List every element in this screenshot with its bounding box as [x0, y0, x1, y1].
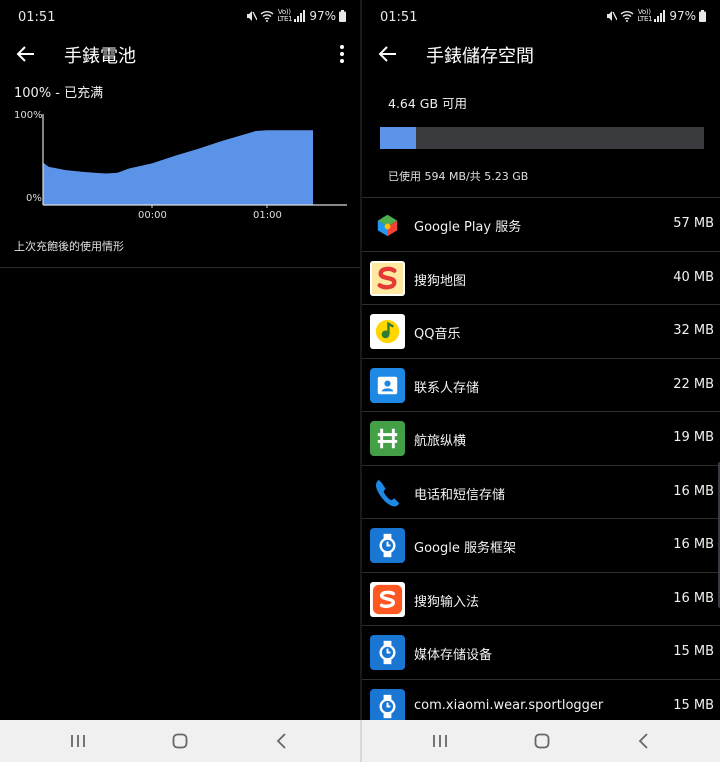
app-name: 航旅纵横: [414, 434, 467, 449]
wear-os-icon: [370, 688, 405, 720]
page-title: 手錶電池: [64, 46, 136, 67]
app-name: 电话和短信存储: [414, 487, 506, 503]
app-size: 16 MB: [673, 590, 714, 606]
app-size: 15 MB: [673, 644, 714, 659]
usage-since-charge-text: 上次充飽後的使用情形: [14, 240, 124, 253]
recents-icon[interactable]: [66, 729, 90, 753]
wear-os-icon: [370, 528, 405, 563]
wifi-icon: [620, 11, 634, 22]
navigation-bar: [0, 720, 720, 762]
sogou-map-icon: [370, 260, 405, 296]
app-name: com.xiaomi.wear.sportlogger: [414, 697, 604, 713]
back-icon[interactable]: [632, 729, 656, 753]
back-icon[interactable]: [270, 729, 294, 753]
app-size: 19 MB: [673, 430, 714, 445]
signal-icon: [294, 10, 306, 22]
wifi-icon: [260, 11, 274, 22]
status-bar: 01:51 Vo)) LTE1 97%: [0, 0, 360, 36]
status-icons: Vo)) LTE1 97%: [605, 9, 706, 23]
app-size: 16 MB: [673, 537, 714, 552]
battery-percent: 97%: [309, 9, 336, 23]
volte-icon: Vo)) LTE1: [637, 9, 653, 23]
app-storage-row[interactable]: 搜狗地图 40 MB: [362, 250, 720, 305]
app-storage-row[interactable]: 媒体存储设备 15 MB: [362, 625, 720, 679]
app-size: 32 MB: [673, 323, 714, 338]
app-bar: 手錶電池: [0, 36, 360, 72]
qq-music-icon: [370, 314, 405, 349]
recents-icon[interactable]: [428, 729, 452, 753]
volte-line2: LTE1: [277, 15, 293, 23]
app-bar: 手錶儲存空間: [362, 36, 720, 72]
battery-level-text: 100% - 已充满: [14, 86, 104, 101]
storage-used-text: 已使用 594 MB/共 5.23 GB: [388, 170, 529, 183]
battery-icon: [699, 10, 706, 22]
app-size: 40 MB: [673, 269, 714, 285]
contacts-storage-icon: [370, 367, 405, 403]
nav-divider: [360, 720, 362, 762]
x-axis-label-0000: 00:00: [138, 210, 167, 221]
app-name: 联系人存储: [414, 380, 480, 396]
app-name: QQ音乐: [414, 327, 461, 342]
phone-icon: [370, 474, 405, 510]
status-icons: Vo)) LTE1 97%: [245, 9, 346, 23]
storage-usage-bar: [380, 127, 704, 149]
status-bar: 01:51 Vo)) LTE1 97%: [362, 0, 720, 36]
app-storage-list: Google Play 服务 57 MB 搜狗地图 40 MB QQ音乐 32 MB 联系人…: [362, 197, 720, 720]
app-storage-row[interactable]: com.xiaomi.wear.sportlogger 15 MB: [362, 678, 720, 720]
battery-chart: [42, 114, 347, 208]
mute-icon: [247, 11, 258, 21]
mute-icon: [607, 11, 618, 21]
home-icon[interactable]: [530, 729, 554, 753]
x-axis-label-0100: 01:00: [253, 210, 282, 221]
app-storage-row[interactable]: 搜狗输入法 16 MB: [362, 571, 720, 626]
sogou-input-icon: [370, 581, 405, 617]
app-size: 16 MB: [673, 483, 714, 499]
app-name: Google Play 服务: [414, 220, 522, 235]
status-time: 01:51: [18, 10, 56, 25]
app-size: 57 MB: [673, 216, 714, 231]
app-size: 22 MB: [673, 376, 714, 392]
app-storage-row[interactable]: 电话和短信存储 16 MB: [362, 464, 720, 519]
volte-icon: Vo)) LTE1: [277, 9, 293, 23]
section-divider: [0, 267, 360, 268]
google-play-services-icon: [370, 207, 405, 242]
storage-usage-fill: [380, 127, 416, 149]
app-storage-row[interactable]: QQ音乐 32 MB: [362, 304, 720, 358]
status-time: 01:51: [380, 10, 418, 25]
volte-line2: LTE1: [637, 15, 653, 23]
page-title: 手錶儲存空間: [426, 46, 534, 67]
back-arrow-icon[interactable]: [376, 42, 400, 66]
app-name: 搜狗地图: [414, 273, 467, 289]
app-size: 15 MB: [673, 697, 714, 713]
battery-area-series: [43, 130, 313, 205]
app-storage-row[interactable]: Google 服务框架 16 MB: [362, 518, 720, 572]
hanglv-icon: [370, 421, 405, 456]
app-name: Google 服务框架: [414, 541, 516, 556]
more-options-icon[interactable]: [336, 42, 348, 66]
app-storage-row[interactable]: 联系人存储 22 MB: [362, 357, 720, 412]
battery-screen: 01:51 Vo)) LTE1 97% 手錶電池 100% - 已充满 100% …: [0, 0, 360, 720]
wear-os-icon: [370, 635, 405, 670]
storage-free-text: 4.64 GB 可用: [388, 96, 468, 111]
battery-percent: 97%: [669, 9, 696, 23]
signal-icon: [654, 10, 666, 22]
app-storage-row[interactable]: Google Play 服务 57 MB: [362, 197, 720, 251]
battery-icon: [339, 10, 346, 22]
home-icon[interactable]: [168, 729, 192, 753]
back-arrow-icon[interactable]: [14, 42, 38, 66]
storage-screen: 01:51 Vo)) LTE1 97% 手錶儲存空間 4.64 GB 可用 已使用…: [362, 0, 720, 720]
app-name: 媒体存储设备: [414, 648, 493, 663]
app-storage-row[interactable]: 航旅纵横 19 MB: [362, 411, 720, 465]
app-name: 搜狗输入法: [414, 594, 480, 610]
